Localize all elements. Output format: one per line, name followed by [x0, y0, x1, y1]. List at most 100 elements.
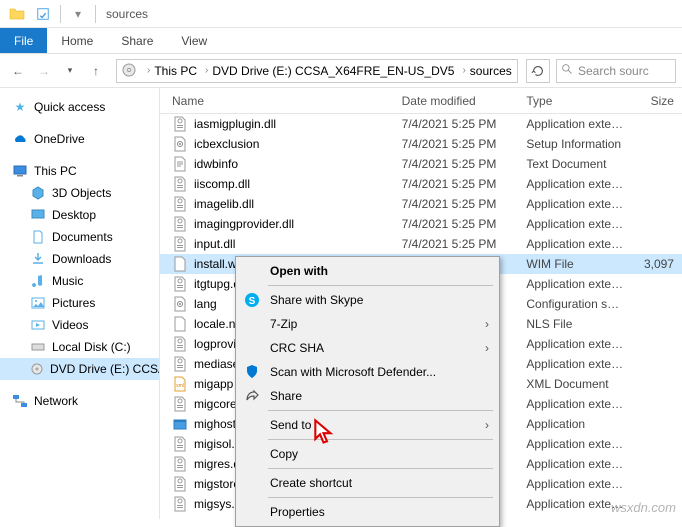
- cm-properties[interactable]: Properties: [238, 500, 497, 524]
- tab-view[interactable]: View: [167, 28, 221, 53]
- tree-network[interactable]: Network: [0, 390, 159, 412]
- file-row[interactable]: icbexclusion7/4/2021 5:25 PMSetup Inform…: [160, 134, 682, 154]
- file-type: NLS File: [518, 317, 633, 331]
- back-button[interactable]: ←: [6, 59, 30, 83]
- title-bar: ▾ sources: [0, 0, 682, 28]
- file-row[interactable]: idwbinfo 7/4/2021 5:25 PMText Document: [160, 154, 682, 174]
- file-name: iiscomp.dll: [194, 177, 250, 191]
- file-type: Application exten...: [518, 337, 633, 351]
- file-icon: [172, 116, 188, 132]
- col-name[interactable]: Name: [164, 94, 394, 108]
- address-bar[interactable]: › This PC › DVD Drive (E:) CCSA_X64FRE_EN-…: [116, 59, 518, 83]
- cm-create-shortcut[interactable]: Create shortcut: [238, 471, 497, 495]
- tree-videos[interactable]: Videos: [0, 314, 159, 336]
- cm-7zip[interactable]: 7-Zip›: [238, 312, 497, 336]
- dvd-icon: [121, 62, 137, 80]
- tree-this-pc[interactable]: This PC: [0, 160, 159, 182]
- star-icon: ★: [12, 99, 28, 115]
- tree-pictures[interactable]: Pictures: [0, 292, 159, 314]
- file-name: mighost: [194, 417, 236, 431]
- file-icon: [172, 256, 188, 272]
- cm-send-to[interactable]: Send to›: [238, 413, 497, 437]
- navigation-bar: ← → ▾ ↑ › This PC › DVD Drive (E:) CCSA_X6…: [0, 54, 682, 88]
- folder-icon: [8, 5, 26, 23]
- chevron-right-icon[interactable]: ›: [462, 65, 465, 76]
- search-input[interactable]: Search sourc: [556, 59, 676, 83]
- file-icon: [172, 216, 188, 232]
- forward-button[interactable]: →: [32, 59, 56, 83]
- file-date: 7/4/2021 5:25 PM: [394, 157, 519, 171]
- col-date[interactable]: Date modified: [394, 94, 519, 108]
- file-row[interactable]: iiscomp.dll7/4/2021 5:25 PMApplication e…: [160, 174, 682, 194]
- column-headers[interactable]: Name Date modified Type Size: [160, 88, 682, 114]
- file-date: 7/4/2021 5:25 PM: [394, 217, 519, 231]
- file-icon: [172, 196, 188, 212]
- tree-desktop[interactable]: Desktop: [0, 204, 159, 226]
- cm-share[interactable]: Share: [238, 384, 497, 408]
- tree-local-disk[interactable]: Local Disk (C:): [0, 336, 159, 358]
- nav-tree[interactable]: ★ Quick access OneDrive This PC 3D Objec…: [0, 88, 160, 519]
- file-icon: [172, 236, 188, 252]
- documents-icon: [30, 229, 46, 245]
- file-size: 3,097: [634, 257, 682, 271]
- file-type: Application exten...: [518, 397, 633, 411]
- file-row[interactable]: input.dll7/4/2021 5:25 PMApplication ext…: [160, 234, 682, 254]
- col-size[interactable]: Size: [634, 94, 682, 108]
- crumb-sources[interactable]: sources: [470, 64, 512, 78]
- file-row[interactable]: imagingprovider.dll7/4/2021 5:25 PMAppli…: [160, 214, 682, 234]
- videos-icon: [30, 317, 46, 333]
- cm-crc[interactable]: CRC SHA›: [238, 336, 497, 360]
- refresh-button[interactable]: [526, 59, 550, 83]
- file-type: Application exten...: [518, 237, 633, 251]
- crumb-drive[interactable]: DVD Drive (E:) CCSA_X64FRE_EN-US_DV5: [212, 64, 454, 78]
- tree-music[interactable]: Music: [0, 270, 159, 292]
- chevron-right-icon: ›: [485, 418, 489, 432]
- file-name: lang: [194, 297, 217, 311]
- tab-share[interactable]: Share: [107, 28, 167, 53]
- cm-open-with[interactable]: Open with: [238, 259, 497, 283]
- tree-dvd-drive[interactable]: DVD Drive (E:) CCSA: [0, 358, 159, 380]
- crumb-pc[interactable]: This PC: [154, 64, 197, 78]
- qat-dropdown-icon[interactable]: ▾: [69, 5, 87, 23]
- file-name: idwbinfo: [194, 157, 238, 171]
- tree-onedrive[interactable]: OneDrive: [0, 128, 159, 150]
- cm-defender[interactable]: Scan with Microsoft Defender...: [238, 360, 497, 384]
- shield-icon: [242, 362, 262, 382]
- file-type: Application exten...: [518, 357, 633, 371]
- file-tab[interactable]: File: [0, 28, 47, 53]
- properties-quick-icon[interactable]: [34, 5, 52, 23]
- tree-downloads[interactable]: Downloads: [0, 248, 159, 270]
- file-type: Application exten...: [518, 437, 633, 451]
- file-type: Application: [518, 417, 633, 431]
- file-name: imagelib.dll: [194, 197, 254, 211]
- tree-documents[interactable]: Documents: [0, 226, 159, 248]
- cm-copy[interactable]: Copy: [238, 442, 497, 466]
- skype-icon: S: [242, 290, 262, 310]
- file-icon: [172, 316, 188, 332]
- search-icon: [561, 63, 574, 79]
- chevron-right-icon[interactable]: ›: [205, 65, 208, 76]
- music-icon: [30, 273, 46, 289]
- file-date: 7/4/2021 5:25 PM: [394, 237, 519, 251]
- chevron-right-icon[interactable]: ›: [147, 65, 150, 76]
- up-button[interactable]: ↑: [84, 59, 108, 83]
- file-icon: [172, 496, 188, 512]
- file-icon: [172, 456, 188, 472]
- col-type[interactable]: Type: [518, 94, 633, 108]
- tree-3d-objects[interactable]: 3D Objects: [0, 182, 159, 204]
- file-icon: [172, 436, 188, 452]
- cm-skype[interactable]: SShare with Skype: [238, 288, 497, 312]
- file-row[interactable]: iasmigplugin.dll7/4/2021 5:25 PMApplicat…: [160, 114, 682, 134]
- file-type: WIM File: [518, 257, 633, 271]
- file-type: XML Document: [518, 377, 633, 391]
- file-icon: [172, 356, 188, 372]
- file-row[interactable]: imagelib.dll7/4/2021 5:25 PMApplication …: [160, 194, 682, 214]
- watermark: wsxdn.com: [611, 500, 676, 515]
- separator: [60, 5, 61, 23]
- file-date: 7/4/2021 5:25 PM: [394, 197, 519, 211]
- recent-dropdown[interactable]: ▾: [58, 59, 82, 83]
- file-date: 7/4/2021 5:25 PM: [394, 137, 519, 151]
- file-type: Text Document: [518, 157, 633, 171]
- tree-quick-access[interactable]: ★ Quick access: [0, 96, 159, 118]
- tab-home[interactable]: Home: [47, 28, 107, 53]
